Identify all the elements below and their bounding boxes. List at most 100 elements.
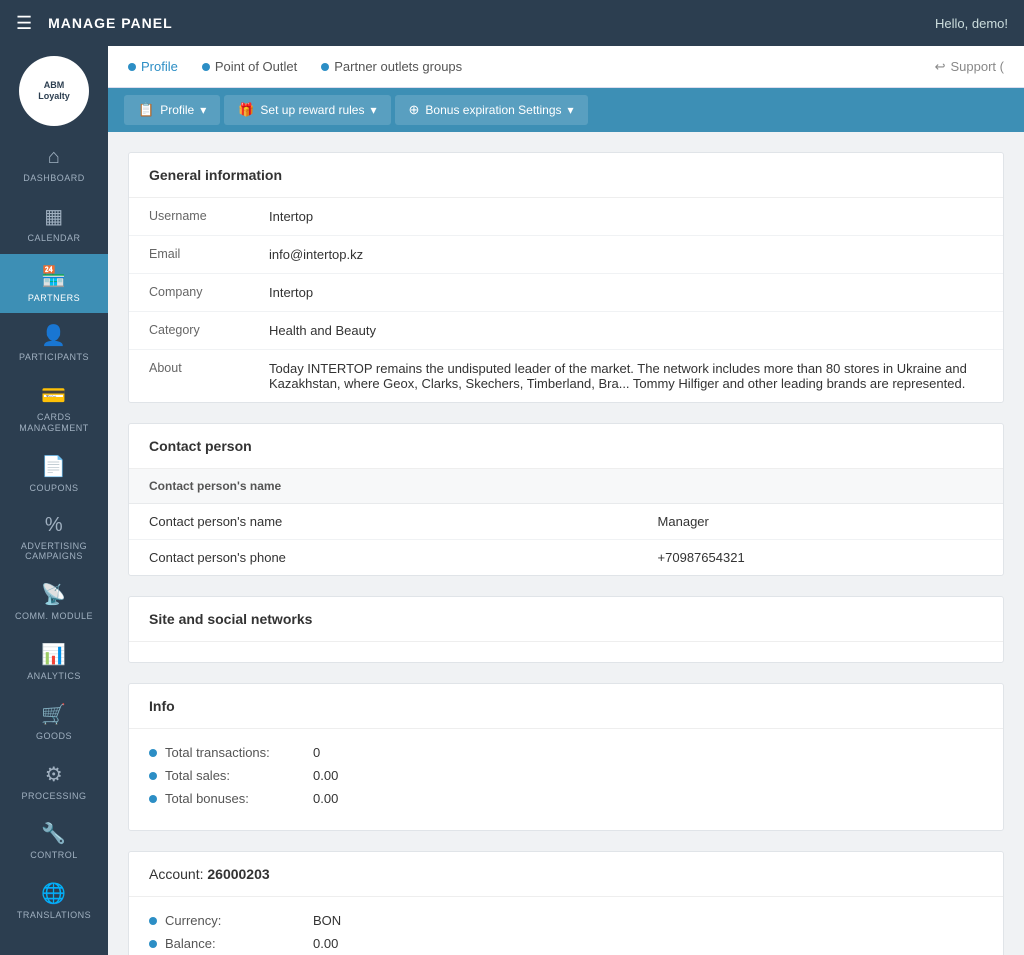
sidebar-item-processing[interactable]: ⚙ PROCESSING (0, 752, 108, 812)
profile-tab-icon: 📋 (138, 102, 154, 118)
sidebar-item-label: ANALYTICS (27, 671, 81, 682)
sidebar-item-analytics[interactable]: 📊 ANALYTICS (0, 632, 108, 692)
sidebar-item-label: ADVERTISING CAMPAIGNS (4, 541, 104, 563)
field-label: Category (129, 312, 249, 350)
sidebar-item-translations[interactable]: 🌐 TRANSLATIONS (0, 871, 108, 931)
account-number: 26000203 (207, 866, 269, 882)
tab-profile[interactable]: 📋 Profile ▾ (124, 95, 220, 125)
bullet-icon (149, 749, 157, 757)
sidebar-item-label: COMM. MODULE (15, 611, 93, 622)
sidebar-item-advertising[interactable]: % ADVERTISING CAMPAIGNS (0, 504, 108, 573)
bullet-icon (149, 917, 157, 925)
nav-support[interactable]: ↩ Support ( (935, 59, 1004, 75)
sidebar-item-partners[interactable]: 🏪 PARTNERS (0, 254, 108, 314)
sidebar-item-comm[interactable]: 📡 COMM. MODULE (0, 572, 108, 632)
bonus-tab-icon: ⊕ (409, 102, 420, 118)
nav-point-label: Point of Outlet (215, 59, 297, 74)
account-list: Currency: BON Balance: 0.00 Accumulated … (129, 897, 1003, 955)
page-content: General information Username Intertop Em… (108, 132, 1024, 955)
header-greeting: Hello, demo! (935, 16, 1008, 31)
item-value: 0.00 (313, 936, 338, 951)
item-value: 0 (313, 745, 320, 760)
general-info-title: General information (129, 153, 1003, 198)
cards-icon: 💳 (41, 383, 66, 408)
col-header-name: Contact person's name (129, 469, 638, 504)
sidebar-item-control[interactable]: 🔧 CONTROL (0, 811, 108, 871)
sidebar-item-cards[interactable]: 💳 CARDS MANAGEMENT (0, 373, 108, 444)
nav-partner-label: Partner outlets groups (334, 59, 462, 74)
table-row: Email info@intertop.kz (129, 236, 1003, 274)
logo: ABMLoyalty (19, 56, 89, 126)
bullet-icon (149, 772, 157, 780)
site-social-section: Site and social networks (128, 596, 1004, 663)
nav-partner-outlets[interactable]: Partner outlets groups (321, 59, 462, 74)
tab-bar: 📋 Profile ▾ 🎁 Set up reward rules ▾ ⊕ Bo… (108, 88, 1024, 132)
advertising-icon: % (45, 514, 63, 537)
col-header-value (638, 469, 1003, 504)
sidebar-item-coupons[interactable]: 📄 COUPONS (0, 444, 108, 504)
table-row: Username Intertop (129, 198, 1003, 236)
tab-bonus-expiration[interactable]: ⊕ Bonus expiration Settings ▾ (395, 95, 588, 125)
nav-dot (128, 63, 136, 71)
item-value: 0.00 (313, 768, 338, 783)
contact-phone-value: +70987654321 (638, 540, 1003, 576)
tab-chevron: ▾ (200, 103, 206, 117)
sidebar-item-label: CALENDAR (27, 233, 80, 244)
sidebar-item-goods[interactable]: 🛒 GOODS (0, 692, 108, 752)
account-title: Account: 26000203 (129, 852, 1003, 897)
analytics-icon: 📊 (41, 642, 66, 667)
coupons-icon: 📄 (41, 454, 66, 479)
tab-chevron2: ▾ (370, 103, 376, 117)
list-item: Total bonuses: 0.00 (149, 791, 983, 806)
field-value: Today INTERTOP remains the undisputed le… (249, 350, 1003, 403)
tab-profile-label: Profile (160, 103, 194, 117)
sidebar-item-dashboard[interactable]: ⌂ DASHBOARD (0, 136, 108, 194)
field-label: Username (129, 198, 249, 236)
participants-icon: 👤 (41, 323, 66, 348)
partners-icon: 🏪 (41, 264, 66, 289)
sidebar-item-label: PARTNERS (28, 293, 80, 304)
hamburger-menu[interactable]: ☰ (16, 13, 32, 34)
sidebar-item-label: PARTICIPANTS (19, 352, 89, 363)
table-row: Contact person's name Manager (129, 504, 1003, 540)
general-info-section: General information Username Intertop Em… (128, 152, 1004, 403)
list-item: Total transactions: 0 (149, 745, 983, 760)
translations-icon: 🌐 (41, 881, 66, 906)
bullet-icon (149, 940, 157, 948)
account-section: Account: 26000203 Currency: BON Balance:… (128, 851, 1004, 955)
contact-name-value: Manager (638, 504, 1003, 540)
item-label: Total sales: (165, 768, 305, 783)
field-label: Email (129, 236, 249, 274)
nav-profile[interactable]: Profile (128, 59, 178, 74)
nav-dot (202, 63, 210, 71)
bullet-icon (149, 795, 157, 803)
item-value: BON (313, 913, 341, 928)
site-social-title: Site and social networks (129, 597, 1003, 642)
sidebar-item-calendar[interactable]: ▦ CALENDAR (0, 194, 108, 254)
item-label: Total transactions: (165, 745, 305, 760)
nav-dot (321, 63, 329, 71)
sidebar-item-label: CARDS MANAGEMENT (4, 412, 104, 434)
contact-person-section: Contact person Contact person's name Con… (128, 423, 1004, 576)
sidebar-item-participants[interactable]: 👤 PARTICIPANTS (0, 313, 108, 373)
field-value: Health and Beauty (249, 312, 1003, 350)
sidebar-item-label: GOODS (36, 731, 72, 742)
contact-table: Contact person's name Contact person's n… (129, 469, 1003, 575)
field-label: About (129, 350, 249, 403)
contact-person-title: Contact person (129, 424, 1003, 469)
sidebar-item-label: DASHBOARD (23, 173, 85, 184)
comm-icon: 📡 (41, 582, 66, 607)
support-label: Support ( (951, 59, 1004, 74)
sidebar: ABMLoyalty ⌂ DASHBOARD ▦ CALENDAR 🏪 PART… (0, 46, 108, 955)
table-row: Company Intertop (129, 274, 1003, 312)
nav-profile-label: Profile (141, 59, 178, 74)
item-label: Currency: (165, 913, 305, 928)
nav-point-of-outlet[interactable]: Point of Outlet (202, 59, 297, 74)
app-title: MANAGE PANEL (48, 15, 935, 31)
goods-icon: 🛒 (41, 702, 66, 727)
list-item: Balance: 0.00 (149, 936, 983, 951)
reward-tab-icon: 🎁 (238, 102, 254, 118)
field-value: Intertop (249, 274, 1003, 312)
info-title: Info (129, 684, 1003, 729)
tab-reward-rules[interactable]: 🎁 Set up reward rules ▾ (224, 95, 390, 125)
